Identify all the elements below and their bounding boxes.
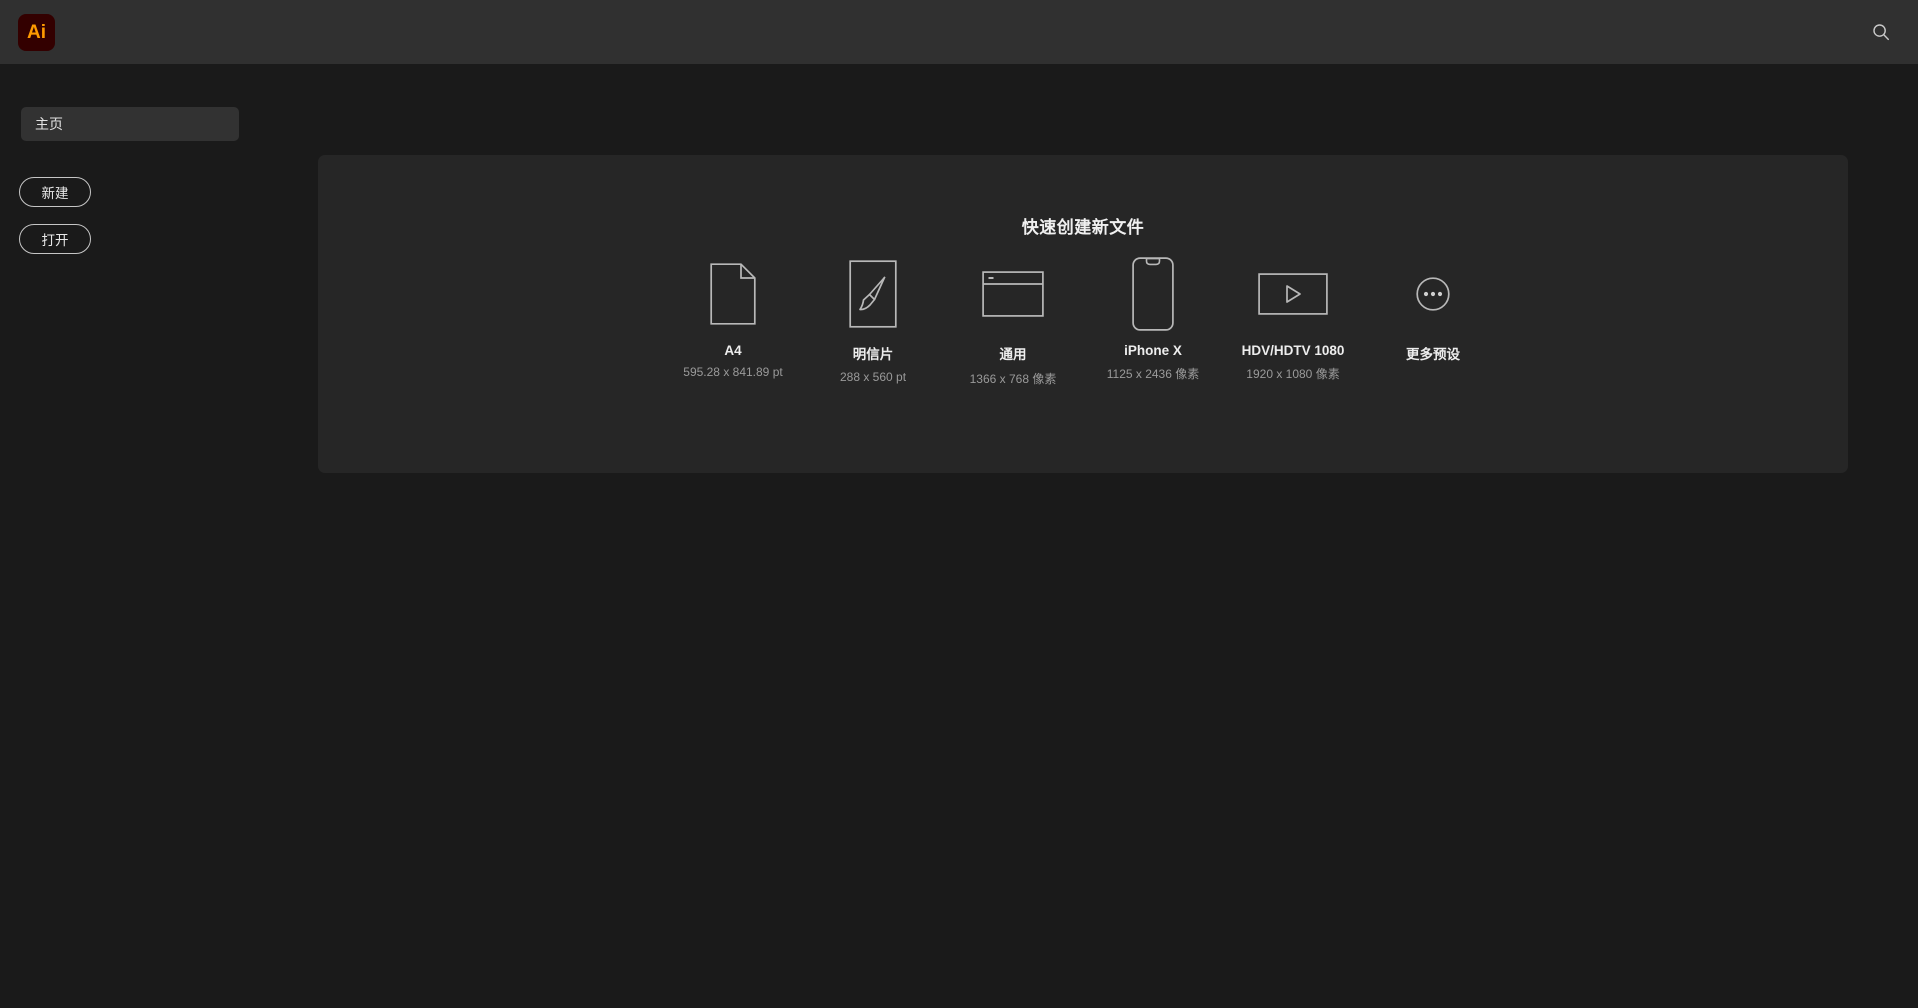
preset-list: A4 595.28 x 841.89 pt 明信片 288 x 560 pt 通… <box>318 255 1848 387</box>
preset-item-web[interactable]: 通用 1366 x 768 像素 <box>943 255 1083 387</box>
new-button-label: 新建 <box>41 186 69 201</box>
preset-dimensions: 595.28 x 841.89 pt <box>683 365 783 379</box>
sidebar-item-label: 主页 <box>35 116 63 132</box>
preset-item-hdtv[interactable]: HDV/HDTV 1080 1920 x 1080 像素 <box>1223 255 1363 382</box>
logo-text: Ai <box>27 22 46 43</box>
preset-label: 通用 <box>999 347 1027 362</box>
quick-create-panel: 快速创建新文件 A4 595.28 x 841.89 pt 明信片 288 x … <box>318 155 1848 473</box>
open-button-label: 打开 <box>41 233 69 248</box>
preset-dimensions: 1366 x 768 像素 <box>969 372 1057 386</box>
new-button[interactable]: 新建 <box>19 177 91 207</box>
preset-label: 明信片 <box>852 347 894 362</box>
preset-dimensions: 288 x 560 pt <box>839 370 907 384</box>
search-button[interactable] <box>1866 17 1896 47</box>
preset-label: 更多预设 <box>1406 347 1460 362</box>
illustrator-logo: Ai <box>18 14 55 51</box>
panel-title: 快速创建新文件 <box>1021 218 1145 237</box>
preset-dimensions: 1125 x 2436 像素 <box>1106 367 1200 381</box>
preset-item-iphone-x[interactable]: iPhone X 1125 x 2436 像素 <box>1083 255 1223 382</box>
preset-item-postcard[interactable]: 明信片 288 x 560 pt <box>803 255 943 384</box>
video-play-icon <box>1258 255 1328 333</box>
sidebar: 主页 新建 打开 <box>0 64 318 1008</box>
open-button[interactable]: 打开 <box>19 224 91 254</box>
preset-dimensions: 1920 x 1080 像素 <box>1246 367 1340 381</box>
preset-label: iPhone X <box>1124 343 1182 358</box>
preset-item-more[interactable]: 更多预设 <box>1363 255 1503 370</box>
preset-label: HDV/HDTV 1080 <box>1241 343 1345 358</box>
document-icon <box>710 255 756 333</box>
brush-icon <box>849 255 897 333</box>
browser-window-icon <box>982 255 1044 333</box>
sidebar-item-home[interactable]: 主页 <box>21 107 239 141</box>
more-ellipsis-icon <box>1416 255 1450 333</box>
phone-icon <box>1132 255 1174 333</box>
search-icon <box>1871 22 1891 42</box>
app-header: Ai <box>0 0 1918 64</box>
preset-item-a4[interactable]: A4 595.28 x 841.89 pt <box>663 255 803 379</box>
preset-label: A4 <box>724 343 742 358</box>
